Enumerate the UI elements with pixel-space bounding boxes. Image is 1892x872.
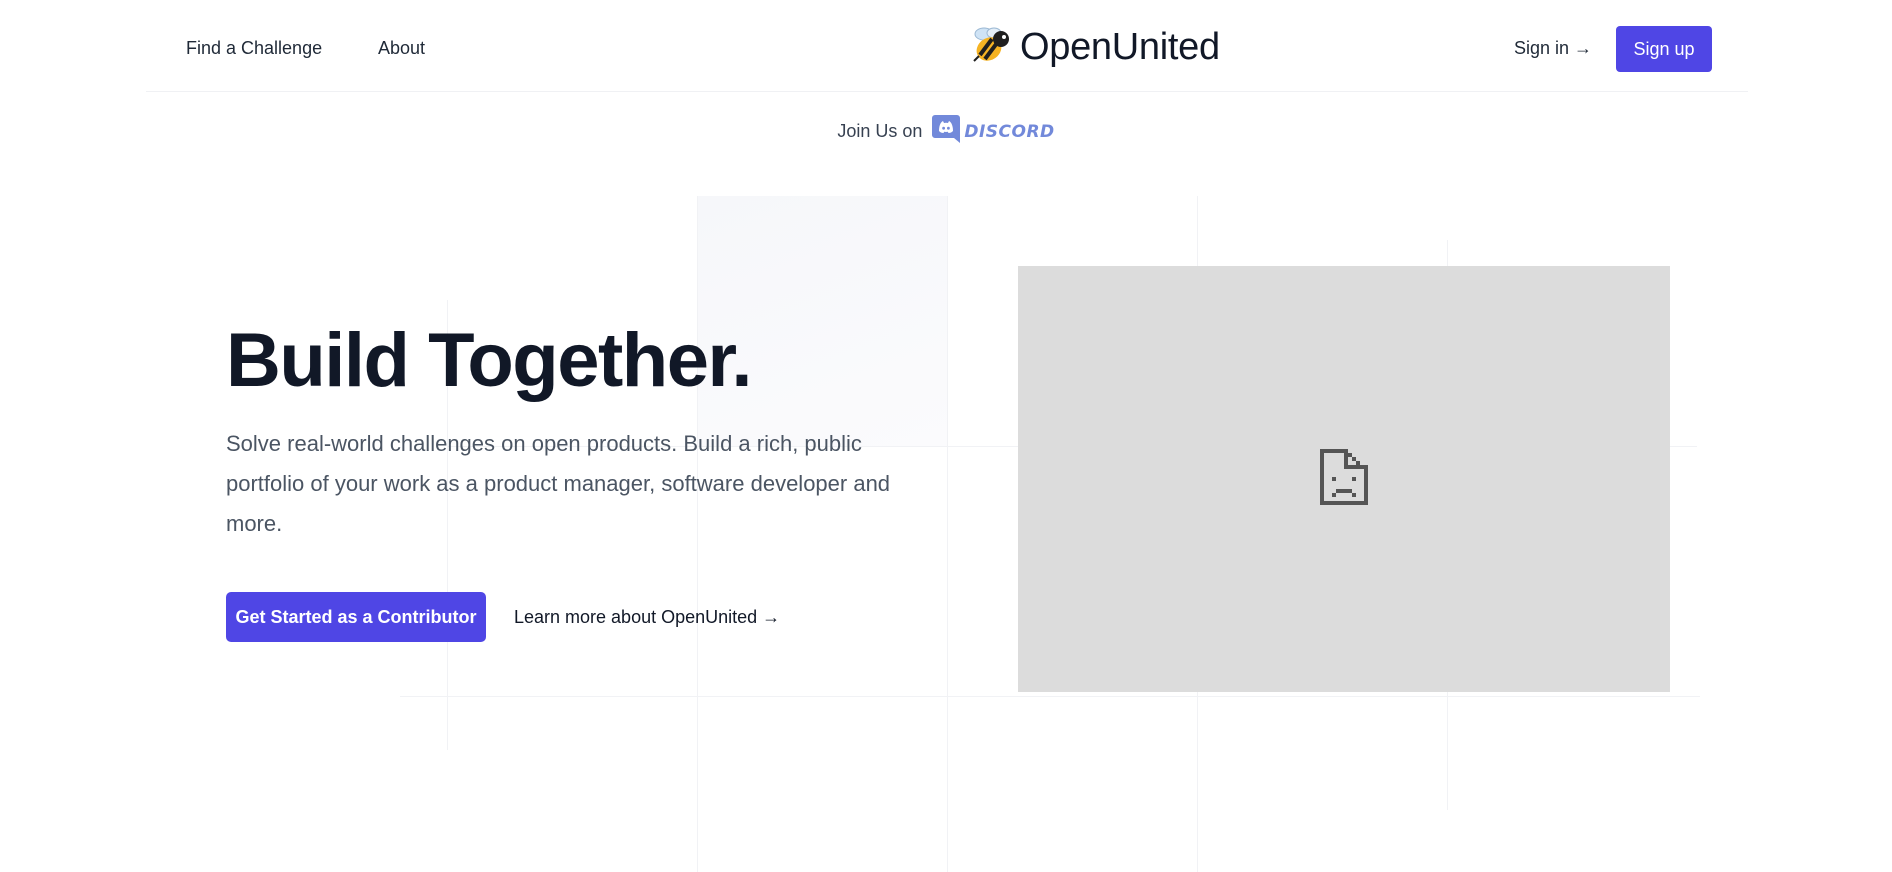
site-header: Find a Challenge About OpenUnited Sign i…	[146, 0, 1748, 92]
sign-up-button[interactable]: Sign up	[1616, 26, 1712, 72]
hero-image	[1018, 266, 1670, 692]
learn-more-link[interactable]: Learn more about OpenUnited →	[514, 607, 780, 628]
get-started-button[interactable]: Get Started as a Contributor	[226, 592, 486, 642]
nav-find-challenge[interactable]: Find a Challenge	[186, 38, 322, 59]
sign-in-link[interactable]: Sign in →	[1514, 38, 1592, 59]
discord-wordmark: DISCORD	[964, 121, 1055, 142]
discord-icon	[932, 114, 961, 149]
logo[interactable]: OpenUnited	[970, 24, 1220, 70]
hero-subtitle: Solve real-world challenges on open prod…	[226, 431, 891, 536]
hero-title: Build Together.	[226, 318, 752, 403]
discord-banner: Join Us on DISCORD	[0, 114, 1892, 149]
bee-icon	[970, 25, 1012, 70]
nav-about[interactable]: About	[378, 38, 425, 59]
banner-text: Join Us on	[837, 121, 923, 141]
discord-link[interactable]: DISCORD	[932, 114, 1054, 149]
logo-text: OpenUnited	[1020, 26, 1220, 68]
broken-image-icon	[1320, 448, 1368, 510]
